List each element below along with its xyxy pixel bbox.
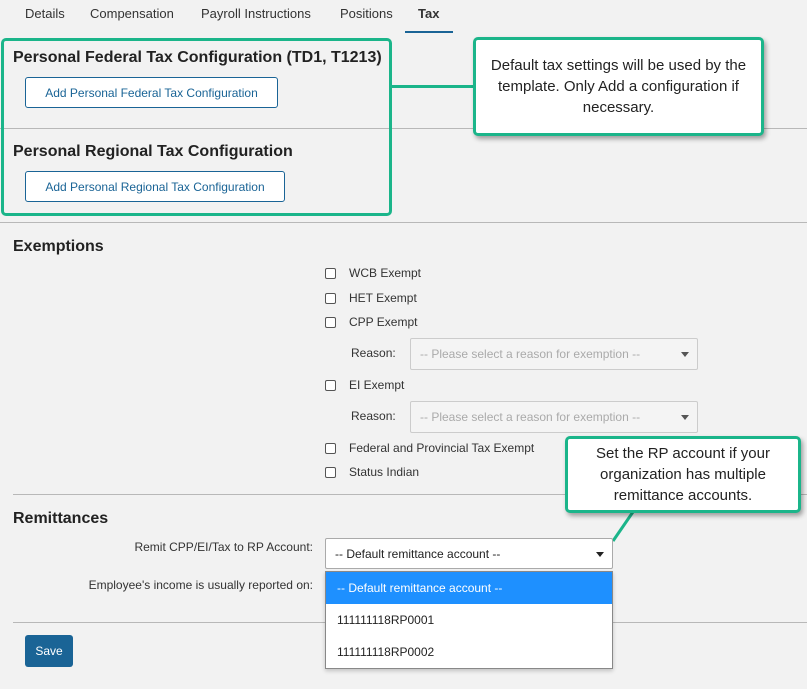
tab-tax[interactable]: Tax bbox=[418, 6, 439, 21]
dropdown-option[interactable]: -- Default remittance account -- bbox=[326, 572, 612, 604]
dropdown-option[interactable]: 111111118RP0001 bbox=[326, 604, 612, 636]
remittances-title: Remittances bbox=[13, 510, 109, 527]
dropdown-option[interactable]: 111111118RP0002 bbox=[326, 636, 612, 668]
status-indian-label: Status Indian bbox=[349, 465, 420, 479]
income-reported-label: Employee's income is usually reported on… bbox=[88, 578, 313, 592]
ei-reason-select[interactable]: -- Please select a reason for exemption … bbox=[410, 401, 698, 433]
divider bbox=[0, 222, 807, 223]
tab-positions[interactable]: Positions bbox=[340, 6, 393, 21]
fed-prov-exempt-row: Federal and Provincial Tax Exempt bbox=[325, 440, 534, 456]
cpp-exempt-row: CPP Exempt bbox=[325, 314, 417, 330]
default-tax-callout: Default tax settings will be used by the… bbox=[473, 37, 764, 136]
het-exempt-row: HET Exempt bbox=[325, 290, 417, 306]
chevron-down-icon bbox=[596, 551, 604, 557]
cpp-exempt-label: CPP Exempt bbox=[349, 315, 418, 329]
ei-exempt-label: EI Exempt bbox=[349, 378, 405, 392]
ei-exempt-checkbox[interactable] bbox=[325, 379, 336, 391]
remit-rp-label: Remit CPP/EI/Tax to RP Account: bbox=[134, 540, 313, 554]
tab-bar: Details Compensation Payroll Instruction… bbox=[0, 0, 807, 34]
callout-connector bbox=[391, 85, 475, 88]
ei-reason-label: Reason: bbox=[351, 409, 396, 423]
exemptions-title: Exemptions bbox=[13, 238, 104, 255]
tab-payroll-instructions[interactable]: Payroll Instructions bbox=[201, 6, 311, 21]
remit-rp-dropdown-list: -- Default remittance account -- 1111111… bbox=[325, 571, 613, 669]
cpp-reason-label: Reason: bbox=[351, 346, 396, 360]
status-indian-checkbox[interactable] bbox=[325, 466, 336, 478]
chevron-down-icon bbox=[681, 415, 689, 420]
wcb-exempt-checkbox[interactable] bbox=[325, 267, 336, 279]
ei-reason-placeholder: -- Please select a reason for exemption … bbox=[420, 410, 641, 424]
wcb-exempt-label: WCB Exempt bbox=[349, 266, 422, 280]
active-tab-indicator bbox=[405, 31, 453, 33]
wcb-exempt-row: WCB Exempt bbox=[325, 265, 421, 281]
tax-config-highlight bbox=[1, 38, 392, 216]
ei-exempt-row: EI Exempt bbox=[325, 377, 404, 393]
cpp-reason-select[interactable]: -- Please select a reason for exemption … bbox=[410, 338, 698, 370]
remit-rp-select[interactable]: -- Default remittance account -- bbox=[325, 538, 613, 569]
fed-prov-exempt-checkbox[interactable] bbox=[325, 442, 336, 454]
het-exempt-label: HET Exempt bbox=[349, 291, 417, 305]
tab-details[interactable]: Details bbox=[25, 6, 65, 21]
cpp-exempt-checkbox[interactable] bbox=[325, 316, 336, 328]
tab-compensation[interactable]: Compensation bbox=[90, 6, 174, 21]
chevron-down-icon bbox=[681, 352, 689, 357]
fed-prov-exempt-label: Federal and Provincial Tax Exempt bbox=[349, 441, 535, 455]
status-indian-row: Status Indian bbox=[325, 464, 419, 480]
het-exempt-checkbox[interactable] bbox=[325, 292, 336, 304]
rp-account-callout: Set the RP account if your organization … bbox=[565, 436, 801, 513]
save-button[interactable]: Save bbox=[25, 635, 73, 667]
cpp-reason-placeholder: -- Please select a reason for exemption … bbox=[420, 347, 641, 361]
remit-rp-selected: -- Default remittance account -- bbox=[335, 546, 501, 561]
